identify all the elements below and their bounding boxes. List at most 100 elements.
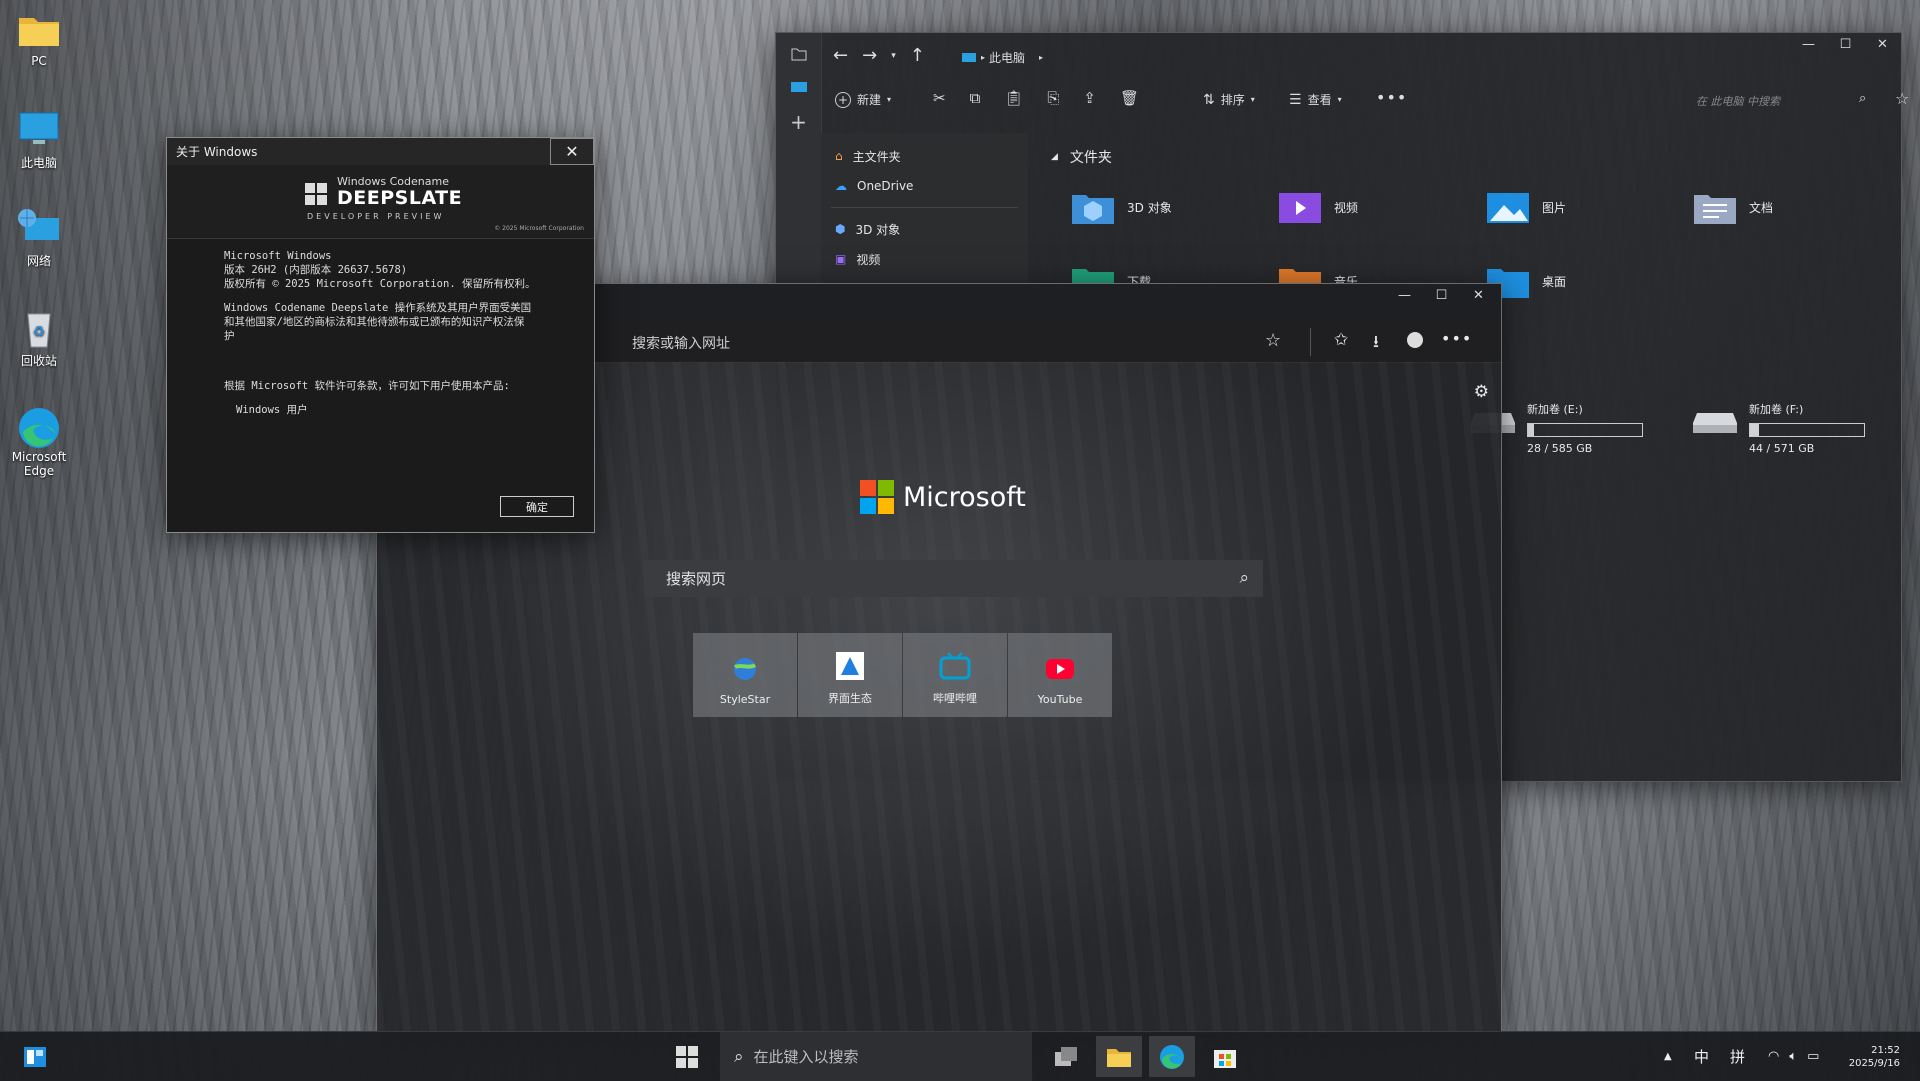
drive-f[interactable]: 新加卷 (F:) 44 / 571 GB [1693,401,1865,455]
taskbar-app-file-explorer[interactable] [1096,1036,1142,1077]
search-input[interactable]: 在 此电脑 中搜索 [1696,93,1856,109]
globe-icon [734,658,757,680]
ime-language-indicator[interactable]: 中 [1694,1032,1709,1081]
youtube-icon [1046,659,1074,679]
start-button[interactable] [664,1036,710,1077]
licensed-user: Windows 用户 [236,404,308,416]
quick-link-stylestar[interactable]: StyleStar [693,633,797,717]
quick-link-ui-ecosystem[interactable]: 界面生态 [798,633,902,717]
desktop-icon-network[interactable]: 网络 [8,208,70,269]
video-icon: ▣ [835,252,847,266]
banner-copyright: © 2025 Microsoft Corporation [494,225,584,232]
view-label: 查看 [1307,93,1332,107]
forward-arrow-icon[interactable]: → [862,45,877,66]
quick-link-bilibili[interactable]: 哔哩哔哩 [903,633,1007,717]
quick-link-youtube[interactable]: YouTube [1008,633,1112,717]
view-button[interactable]: ☰ 查看 ▾ [1289,91,1342,108]
folder-documents[interactable]: 文档 [1693,189,1773,225]
nav-item-onedrive[interactable]: ☁ OneDrive [821,171,1028,201]
nav-buttons: ← → ▾ ↑ [833,45,925,66]
edge-icon [17,406,61,448]
version-text: 版本 26H2 (内部版本 26637.5678) [224,264,408,276]
microsoft-logo: Microsoft [860,480,1026,514]
drive-label: 新加卷 (E:) [1527,403,1583,416]
delete-icon[interactable]: 🗑︎ [1120,89,1139,107]
minimize-button[interactable]: — [1790,33,1827,55]
folder-videos[interactable]: 视频 [1278,189,1358,225]
chevron-down-icon: ▾ [1337,95,1342,104]
paste-icon[interactable]: 📋︎ [1004,89,1023,107]
star-icon[interactable]: ☆ [1895,89,1909,108]
desktop-icon-edge[interactable]: Microsoft Edge [8,406,70,478]
desktop-icon-label: PC [31,54,47,68]
back-arrow-icon[interactable]: ← [833,45,848,66]
ok-button[interactable]: 确定 [500,496,574,517]
favorite-star-icon[interactable]: ☆ [1265,330,1281,351]
recent-chevron-down-icon[interactable]: ▾ [891,51,896,61]
widgets-button[interactable] [12,1036,58,1077]
section-title: 文件夹 [1069,150,1112,166]
downloads-icon[interactable]: ⭳ [1373,329,1379,358]
folder-pictures[interactable]: 图片 [1486,189,1566,225]
collapse-triangle-icon: ◢ [1051,152,1058,162]
up-arrow-icon[interactable]: ↑ [910,45,925,66]
search-icon[interactable]: ⌕ [1239,568,1249,588]
address-input[interactable]: 搜索或输入网址 [632,333,1232,353]
new-button[interactable]: + 新建 ▾ [835,91,891,108]
taskbar-app-edge[interactable] [1149,1036,1195,1077]
clock[interactable]: 21:52 2025/9/16 [1840,1032,1900,1081]
nav-label: 3D 对象 [855,222,901,237]
settings-gear-icon[interactable]: ⚙ [1474,382,1489,402]
nav-item-3d-objects[interactable]: ⬢ 3D 对象 [821,214,1028,244]
more-options-icon[interactable]: ••• [1376,88,1407,107]
taskbar-search-placeholder: 在此键入以搜索 [753,1048,859,1066]
folder-tabs-icon[interactable] [776,37,821,71]
folder-3d-objects[interactable]: 3D 对象 [1071,189,1172,225]
sort-button[interactable]: ⇅ 排序 ▾ [1203,91,1255,108]
section-header-folders[interactable]: ◢ 文件夹 [1051,147,1112,167]
profile-avatar-icon[interactable] [1407,332,1423,348]
nav-item-home[interactable]: ⌂ 主文件夹 [821,141,1028,171]
windows-logo-icon [676,1045,698,1068]
folder-label: 3D 对象 [1127,200,1172,215]
add-tab-icon[interactable]: + [776,105,821,139]
task-view-icon [1055,1046,1077,1066]
desktop-icon-pc[interactable]: PC [8,10,70,68]
more-menu-icon[interactable]: ••• [1441,329,1472,348]
close-button[interactable]: ✕ [550,138,594,165]
maximize-button[interactable]: ☐ [1423,284,1460,306]
desktop-icon-this-pc[interactable]: 此电脑 [8,110,70,171]
ime-mode-indicator[interactable]: 拼 [1730,1032,1745,1081]
nav-item-videos[interactable]: ▣ 视频 [821,244,1028,274]
maximize-button[interactable]: ☐ [1827,33,1864,55]
share-icon[interactable]: ⇪ [1083,89,1096,107]
cut-icon[interactable]: ✂ [933,89,946,107]
drive-label: 新加卷 (F:) [1749,403,1804,416]
trademark-text: Windows Codename Deepslate 操作系统及其用户界面受美国… [224,302,532,342]
desktop-icon-recycle-bin[interactable]: ♻ 回收站 [8,308,70,369]
minimize-button[interactable]: — [1386,284,1423,306]
chevron-right-icon: ▸ [981,53,986,62]
close-button[interactable]: ✕ [1864,33,1901,55]
task-view-button[interactable] [1044,1036,1090,1077]
tray-overflow-chevron-icon[interactable]: ▲ [1664,1032,1672,1081]
system-tray-icons[interactable]: ◠ 🔈︎ ▭ [1768,1032,1819,1081]
web-search-box[interactable]: 搜索网页 ⌕ [644,560,1263,597]
search-icon[interactable]: ⌕ [1859,91,1866,106]
copy-icon[interactable]: ⧉ [970,89,981,107]
this-pc-tab-icon[interactable] [776,71,821,105]
rename-icon[interactable]: ⎘ [1047,89,1059,107]
microsoft-wordmark: Microsoft [903,481,1026,513]
desktop-icon-label: 回收站 [20,354,57,368]
breadcrumb-item[interactable]: 此电脑 [989,49,1025,66]
windows-banner: Windows Codename DEEPSLATE DEVELOPER PRE… [167,165,594,239]
breadcrumb[interactable]: ▸ 此电脑 ▸ [961,49,1043,66]
taskbar-app-store[interactable] [1202,1036,1248,1077]
folder-icon [17,10,61,50]
nav-divider [831,207,1018,208]
taskbar-search-box[interactable]: ⌕ 在此键入以搜索 [720,1032,1032,1081]
plus-icon: + [835,91,851,108]
close-button[interactable]: ✕ [1460,284,1497,306]
product-name: Microsoft Windows [224,250,332,262]
favorites-icon[interactable]: ✩ [1334,330,1348,350]
